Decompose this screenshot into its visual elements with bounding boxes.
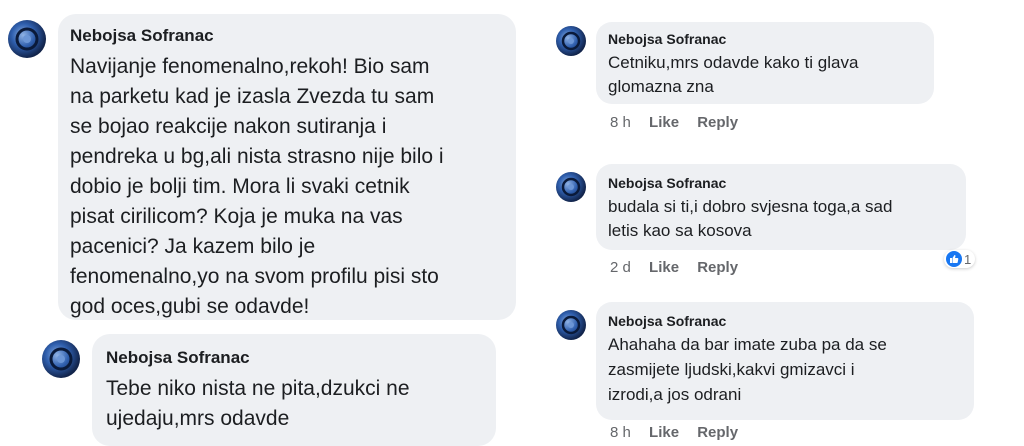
comment-author[interactable]: Nebojsa Sofranac (608, 31, 726, 47)
comment-bubble: Nebojsa Sofranac Navijanje fenomenalno,r… (58, 14, 516, 320)
comment-author[interactable]: Nebojsa Sofranac (608, 175, 726, 191)
avatar[interactable] (8, 20, 46, 58)
comment-author[interactable]: Nebojsa Sofranac (106, 348, 250, 368)
comment-line: Cetniku,mrs odavde kako ti glava (608, 53, 859, 72)
reaction-count: 1 (964, 251, 972, 267)
comment-line: na parketu kad je izasla Zvezda tu sam (70, 85, 435, 108)
comment-author[interactable]: Nebojsa Sofranac (608, 313, 726, 329)
comment-line: izrodi,a jos odrani (608, 385, 742, 404)
comment-line: zasmijete ljudski,kakvi gmizavci i (608, 360, 855, 379)
like-button[interactable]: Like (649, 424, 679, 441)
comment-line: god oces,gubi se odavde! (70, 295, 310, 318)
comment-actions: 8 h Like Reply (610, 424, 752, 441)
reply-button[interactable]: Reply (697, 424, 738, 441)
comment-bubble: Nebojsa Sofranac Ahahaha da bar imate zu… (596, 302, 974, 420)
avatar[interactable] (556, 310, 586, 340)
comment-line: pacenici? Ja kazem bilo je (70, 235, 316, 258)
reply-button[interactable]: Reply (697, 259, 738, 276)
comment-line: glomazna zna (608, 77, 714, 96)
like-button[interactable]: Like (649, 259, 679, 276)
like-button[interactable]: Like (649, 114, 679, 131)
reply-button[interactable]: Reply (697, 114, 738, 131)
like-thumb-icon (946, 251, 962, 267)
avatar[interactable] (556, 26, 586, 56)
comment-text: budala si ti,i dobro svjesna toga,a sad … (608, 195, 892, 243)
comment-line: fenomenalno,yo na svom profilu pisi sto (70, 265, 439, 288)
comment-line: letis kao sa kosova (608, 221, 752, 240)
comment-timestamp[interactable]: 2 d (610, 259, 631, 276)
comment-line: pendreka u bg,ali nista strasno nije bil… (70, 145, 444, 168)
comment-actions: 8 h Like Reply (610, 114, 752, 131)
avatar[interactable] (556, 172, 586, 202)
avatar[interactable] (42, 340, 80, 378)
comment-line: budala si ti,i dobro svjesna toga,a sad (608, 197, 893, 216)
comment-actions: 2 d Like Reply (610, 259, 752, 276)
comment-line: ujedaju,mrs odavde (106, 407, 290, 430)
comment-text: Navijanje fenomenalno,rekoh! Bio sam na … (70, 52, 444, 322)
comment-author[interactable]: Nebojsa Sofranac (70, 26, 214, 46)
comment-line: Navijanje fenomenalno,rekoh! Bio sam (70, 55, 430, 78)
comment-bubble: Nebojsa Sofranac budala si ti,i dobro sv… (596, 164, 966, 250)
comment-text: Tebe niko nista ne pita,dzukci ne ujedaj… (106, 374, 410, 434)
comment-line: Ahahaha da bar imate zuba pa da se (608, 335, 887, 354)
reaction-badge[interactable]: 1 (944, 250, 976, 268)
comment-line: se bojao reakcije nakon sutiranja i (70, 115, 387, 138)
comment-bubble: Nebojsa Sofranac Tebe niko nista ne pita… (92, 334, 496, 446)
comment-bubble: Nebojsa Sofranac Cetniku,mrs odavde kako… (596, 22, 934, 104)
comment-line: pisat cirilicom? Koja je muka na vas (70, 205, 403, 228)
comment-text: Cetniku,mrs odavde kako ti glava glomazn… (608, 51, 858, 99)
comment-text: Ahahaha da bar imate zuba pa da se zasmi… (608, 332, 887, 407)
comment-timestamp[interactable]: 8 h (610, 114, 631, 131)
comment-line: dobio je bolji tim. Mora li svaki cetnik (70, 175, 410, 198)
comment-line: Tebe niko nista ne pita,dzukci ne (106, 377, 410, 400)
comment-timestamp[interactable]: 8 h (610, 424, 631, 441)
